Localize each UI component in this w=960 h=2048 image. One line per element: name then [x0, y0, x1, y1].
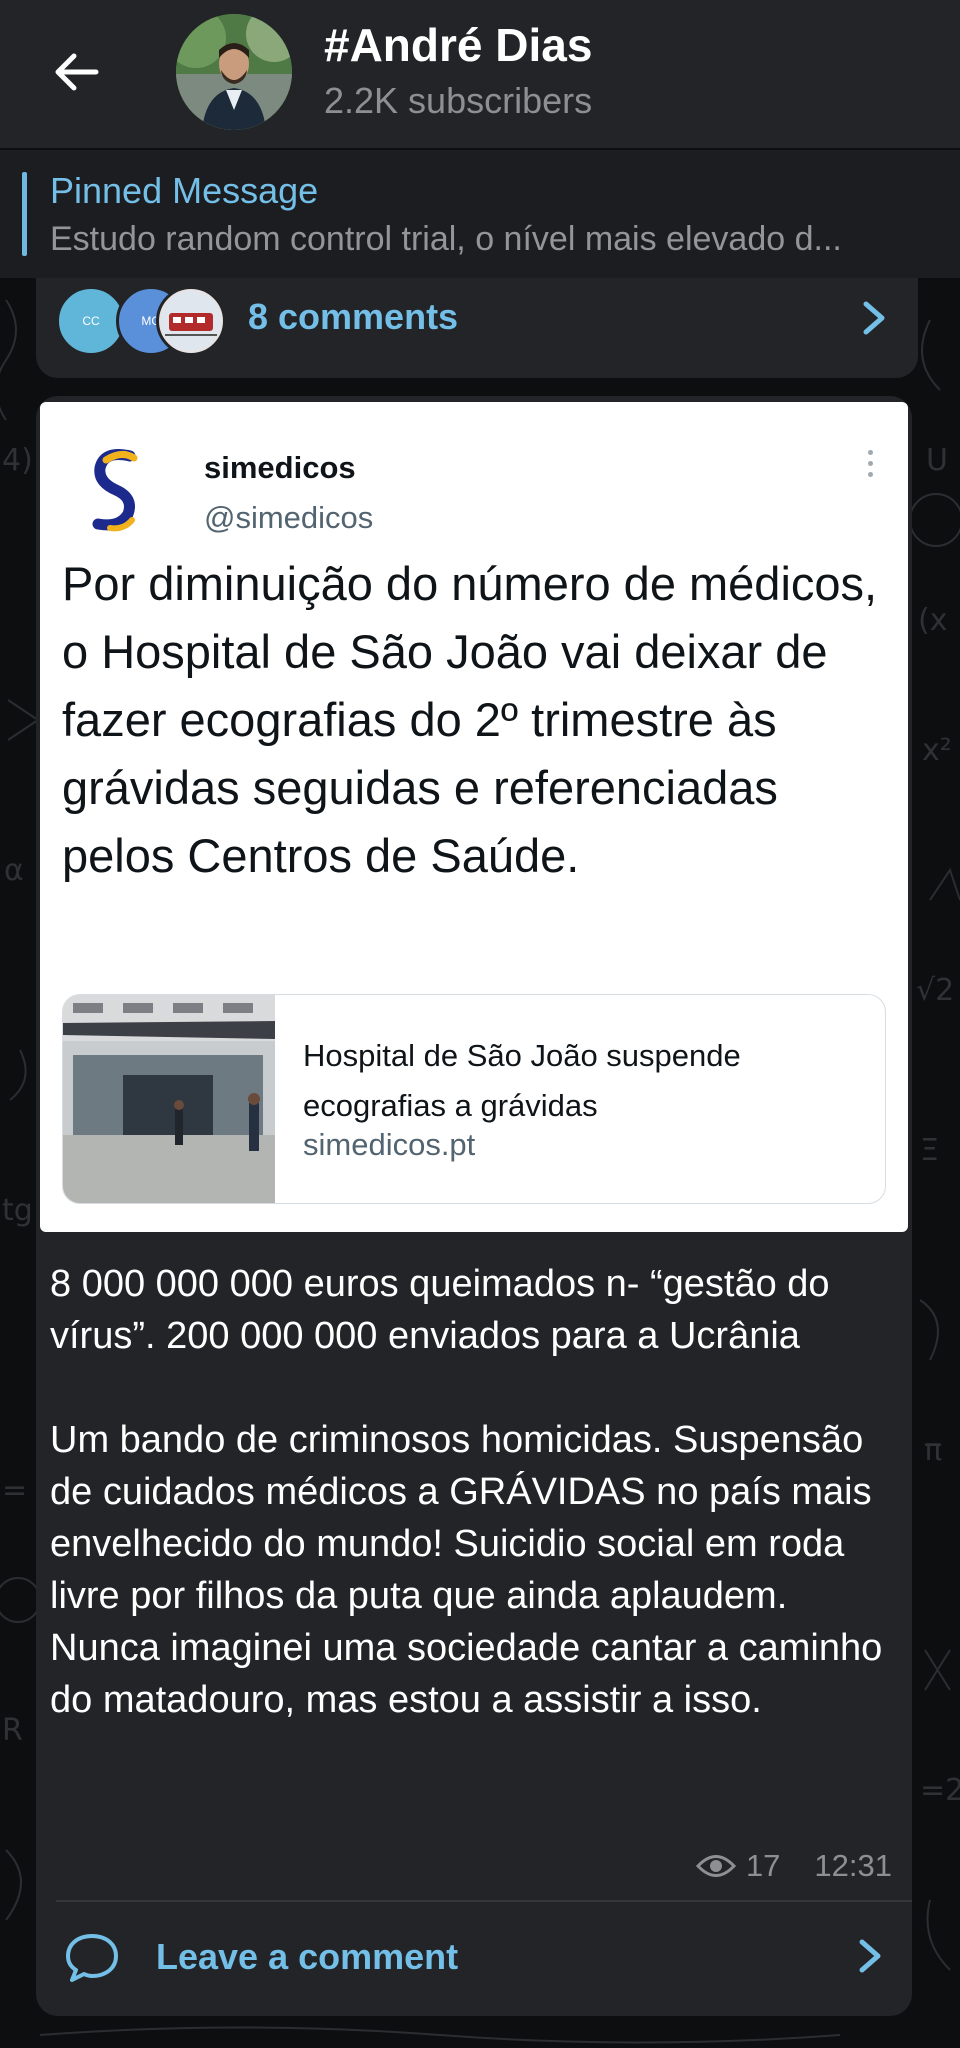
- link-preview-card: Hospital de São João suspende ecografias…: [62, 994, 886, 1204]
- commenter-avatar: [156, 286, 226, 356]
- svg-text:U: U: [926, 443, 948, 478]
- tweet-author-name: simedicos: [204, 450, 356, 485]
- tweet-text: Por diminuição do número de médicos, o H…: [62, 557, 878, 882]
- svg-text:R: R: [2, 1713, 23, 1748]
- pinned-message-bar[interactable]: Pinned Message Estudo random control tri…: [0, 150, 960, 278]
- view-count: 17: [745, 1848, 781, 1883]
- svg-text:x²: x²: [922, 733, 952, 768]
- svg-text:Ξ: Ξ: [920, 1133, 939, 1168]
- pinned-indicator: [22, 172, 27, 256]
- leave-comment-label: Leave a comment: [156, 1936, 459, 1977]
- more-options-icon: [868, 450, 874, 477]
- previous-post-comments[interactable]: CC MG 8 comments: [36, 278, 918, 378]
- chevron-right-icon: [859, 1939, 881, 1973]
- svg-text:=: =: [2, 1473, 27, 1508]
- post-time: 12:31: [814, 1848, 892, 1883]
- comments-count: 8 comments: [248, 296, 459, 337]
- svg-text:α: α: [4, 853, 24, 888]
- tweet-screenshot[interactable]: simedicos @simedicos Por diminuição do n…: [40, 402, 908, 1232]
- simedicos-logo-icon: [92, 449, 138, 532]
- leave-comment-button[interactable]: Leave a comment: [36, 1902, 912, 2016]
- channel-avatar[interactable]: [176, 14, 292, 130]
- hospital-photo-icon: [63, 995, 275, 1203]
- pinned-title: Pinned Message: [50, 170, 319, 211]
- pinned-text: Estudo random control trial, o nível mai…: [50, 220, 842, 258]
- chevron-right-icon: [863, 301, 885, 335]
- svg-text:√2: √2: [916, 973, 954, 1008]
- channel-post: simedicos @simedicos Por diminuição do n…: [36, 396, 912, 2016]
- arrow-left-icon: [55, 53, 99, 91]
- subscriber-count: 2.2K subscribers: [324, 80, 593, 121]
- comment-bubble-icon: [66, 1934, 118, 1982]
- person-photo-icon: [176, 14, 292, 130]
- channel-header: #André Dias 2.2K subscribers: [0, 0, 960, 148]
- svg-text:π: π: [924, 1433, 942, 1468]
- back-button[interactable]: [36, 36, 116, 108]
- tweet-author-handle: @simedicos: [204, 500, 374, 535]
- post-text: 8 000 000 000 euros queimados n- “gestão…: [50, 1263, 883, 1721]
- post-meta: 17 12:31: [695, 1848, 892, 1884]
- eye-icon: [695, 1855, 736, 1877]
- svg-text:(x: (x: [918, 603, 947, 638]
- svg-text:=2: =2: [920, 1773, 960, 1808]
- link-domain: simedicos.pt: [303, 1127, 476, 1162]
- svg-text:4): 4): [2, 443, 33, 478]
- link-title: Hospital de São João suspende ecografias…: [303, 1038, 741, 1123]
- commenter-photo-icon: [161, 291, 221, 351]
- svg-text:tg: tg: [2, 1193, 33, 1228]
- channel-title[interactable]: #André Dias: [324, 18, 592, 72]
